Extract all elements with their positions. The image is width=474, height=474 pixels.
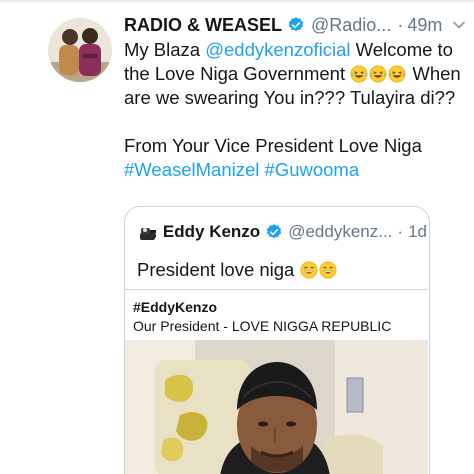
author-name[interactable]: RADIO & WEASEL xyxy=(124,15,282,36)
link-subtitle: Our President - LOVE NIGGA REPUBLIC xyxy=(133,318,392,334)
verified-badge-icon xyxy=(287,16,305,34)
chevron-down-icon[interactable] xyxy=(452,18,466,32)
dot-separator: · xyxy=(397,14,404,35)
author-avatar[interactable] xyxy=(48,18,112,82)
quoted-tweet-card[interactable]: Eddy Kenzo @eddykenz... · 1d President l… xyxy=(124,206,430,474)
author-handle[interactable]: @Radio... xyxy=(311,15,391,36)
tweet-text-part: My Blaza xyxy=(124,39,206,60)
quoted-photo[interactable] xyxy=(125,340,428,474)
link-title: #EddyKenzo xyxy=(133,299,218,315)
top-divider xyxy=(0,0,474,2)
verified-badge-icon xyxy=(265,223,283,241)
quoted-tweet-header: Eddy Kenzo @eddykenz... · 1d xyxy=(137,221,427,243)
tweet-text: My Blaza @eddykenzoficial Welcome to the… xyxy=(124,38,462,182)
mention-link[interactable]: @eddykenzoficial xyxy=(205,39,350,60)
link-caption: #EddyKenzo Our President - LOVE NIGGA RE… xyxy=(125,290,428,340)
hashtag-link[interactable]: #Guwooma xyxy=(265,159,360,180)
quoted-author-avatar[interactable] xyxy=(137,221,157,243)
laughing-tears-emoji xyxy=(369,65,387,83)
tweet-text-part: From Your Vice President Love Niga xyxy=(124,135,422,156)
tweet-header: RADIO & WEASEL @Radio... · 49m xyxy=(124,12,470,38)
grinning-emoji xyxy=(319,261,337,279)
quoted-author-name[interactable]: Eddy Kenzo xyxy=(163,222,260,242)
tweet-timestamp[interactable]: 49m xyxy=(407,15,442,36)
hashtag-link[interactable]: #WeaselManizel xyxy=(124,159,259,180)
laughing-tears-emoji xyxy=(350,65,368,83)
quoted-tweet-timestamp[interactable]: 1d xyxy=(408,222,427,242)
quoted-text-part: President love niga xyxy=(137,259,300,280)
dot-separator: · xyxy=(397,222,404,241)
grinning-emoji xyxy=(300,261,318,279)
quoted-media[interactable]: #EddyKenzo Our President - LOVE NIGGA RE… xyxy=(125,289,428,474)
laughing-tears-emoji xyxy=(388,65,406,83)
quoted-tweet-text: President love niga xyxy=(137,259,338,281)
quoted-author-handle[interactable]: @eddykenz... xyxy=(288,222,392,242)
